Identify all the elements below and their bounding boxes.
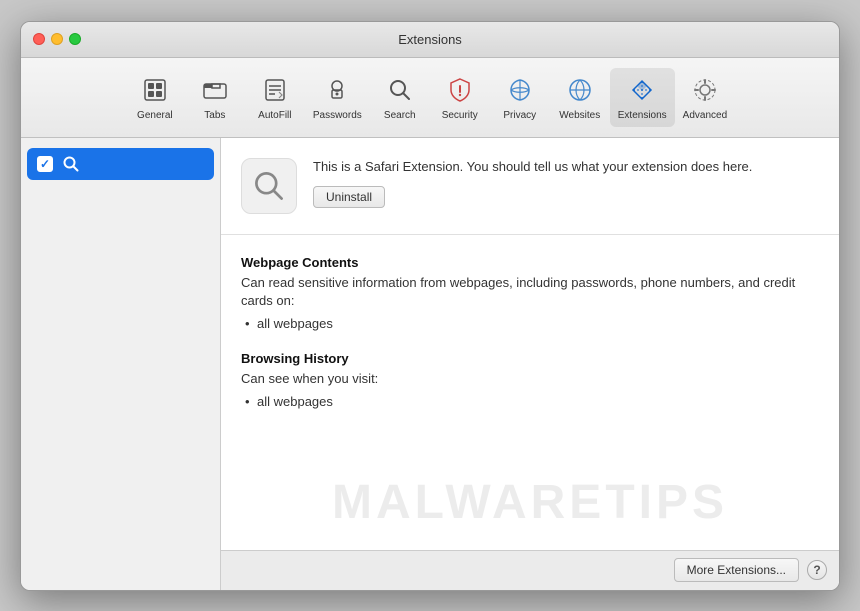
webpage-contents-desc: Can read sensitive information from webp… (241, 274, 819, 310)
extension-checkbox[interactable]: ✓ (37, 156, 53, 172)
security-label: Security (442, 110, 478, 121)
permission-group-webpage: Webpage Contents Can read sensitive info… (241, 255, 819, 331)
permissions-section: Webpage Contents Can read sensitive info… (221, 235, 839, 550)
extension-detail-panel: MALWARETIPS This is a Safari Extension. … (221, 138, 839, 590)
autofill-icon (259, 74, 291, 106)
search-label: Search (384, 110, 416, 121)
webpage-contents-title: Webpage Contents (241, 255, 819, 270)
toolbar-item-security[interactable]: Security (430, 68, 490, 127)
browsing-history-desc: Can see when you visit: (241, 370, 819, 388)
webpage-contents-list: all webpages (241, 316, 819, 331)
privacy-icon (504, 74, 536, 106)
toolbar-item-search[interactable]: Search (370, 68, 430, 127)
extensions-icon (626, 74, 658, 106)
checkmark-icon: ✓ (40, 157, 50, 171)
toolbar-item-advanced[interactable]: Advanced (675, 68, 735, 127)
autofill-label: AutoFill (258, 110, 291, 121)
toolbar-item-privacy[interactable]: Privacy (490, 68, 550, 127)
minimize-button[interactable] (51, 33, 63, 45)
footer: More Extensions... ? (221, 550, 839, 590)
passwords-icon (321, 74, 353, 106)
content-area: ✓ MALWARETIPS (21, 138, 839, 590)
help-button[interactable]: ? (807, 560, 827, 580)
general-icon (139, 74, 171, 106)
extension-large-icon (241, 158, 297, 214)
toolbar-item-extensions[interactable]: Extensions (610, 68, 675, 127)
toolbar-item-tabs[interactable]: Tabs (185, 68, 245, 127)
safari-preferences-window: Extensions General (20, 21, 840, 591)
titlebar: Extensions (21, 22, 839, 58)
sidebar-item-search-ext[interactable]: ✓ (27, 148, 214, 180)
toolbar-item-general[interactable]: General (125, 68, 185, 127)
websites-label: Websites (559, 110, 600, 121)
browsing-history-list: all webpages (241, 394, 819, 409)
sidebar-ext-icon (61, 154, 81, 174)
uninstall-button[interactable]: Uninstall (313, 186, 385, 208)
extension-info-section: This is a Safari Extension. You should t… (221, 138, 839, 235)
websites-icon (564, 74, 596, 106)
window-title: Extensions (398, 32, 462, 47)
browsing-history-title: Browsing History (241, 351, 819, 366)
list-item: all webpages (257, 316, 819, 331)
toolbar: General Tabs (21, 58, 839, 138)
extension-details: This is a Safari Extension. You should t… (313, 158, 819, 208)
advanced-label: Advanced (683, 110, 727, 121)
extensions-sidebar: ✓ (21, 138, 221, 590)
toolbar-item-passwords[interactable]: Passwords (305, 68, 370, 127)
more-extensions-button[interactable]: More Extensions... (674, 558, 799, 582)
extension-description: This is a Safari Extension. You should t… (313, 158, 819, 176)
toolbar-item-autofill[interactable]: AutoFill (245, 68, 305, 127)
extensions-label: Extensions (618, 110, 667, 121)
tabs-label: Tabs (204, 110, 225, 121)
toolbar-item-websites[interactable]: Websites (550, 68, 610, 127)
maximize-button[interactable] (69, 33, 81, 45)
passwords-label: Passwords (313, 110, 362, 121)
tabs-icon (199, 74, 231, 106)
close-button[interactable] (33, 33, 45, 45)
search-icon (384, 74, 416, 106)
list-item: all webpages (257, 394, 819, 409)
privacy-label: Privacy (503, 110, 536, 121)
advanced-icon (689, 74, 721, 106)
traffic-lights (33, 33, 81, 45)
permission-group-history: Browsing History Can see when you visit:… (241, 351, 819, 409)
security-icon (444, 74, 476, 106)
general-label: General (137, 110, 173, 121)
